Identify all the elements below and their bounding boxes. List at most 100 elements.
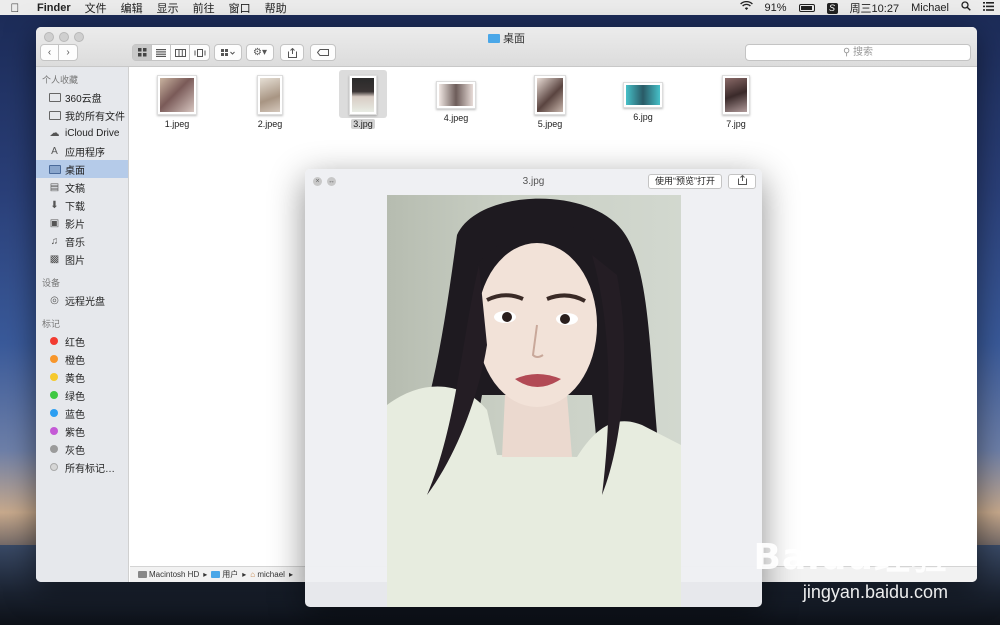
all-files-icon bbox=[48, 110, 61, 121]
file-item[interactable]: 6.jpg bbox=[613, 69, 673, 122]
spotlight-search-icon[interactable] bbox=[955, 1, 977, 14]
preview-image bbox=[387, 195, 681, 607]
tags-button[interactable] bbox=[310, 44, 336, 61]
icon-view-button[interactable] bbox=[133, 45, 152, 60]
sidebar-tag-purple[interactable]: 紫色 bbox=[36, 422, 128, 440]
file-name: 7.jpg bbox=[726, 119, 746, 129]
menu-app-name[interactable]: Finder bbox=[30, 2, 78, 14]
sidebar-item-label: 影片 bbox=[65, 219, 85, 231]
menu-view[interactable]: 显示 bbox=[150, 0, 186, 16]
forward-button[interactable]: › bbox=[59, 45, 77, 60]
sidebar-item-label: 红色 bbox=[65, 337, 85, 349]
image-thumbnail bbox=[722, 75, 750, 115]
menu-help[interactable]: 帮助 bbox=[258, 0, 294, 16]
path-item-disk[interactable]: Macintosh HD bbox=[138, 570, 199, 579]
sidebar-item-label: 图片 bbox=[65, 255, 85, 267]
folder-icon bbox=[48, 92, 61, 103]
hard-disk-icon bbox=[138, 571, 147, 578]
menu-window[interactable]: 窗口 bbox=[222, 0, 258, 16]
menu-go[interactable]: 前往 bbox=[186, 0, 222, 16]
watermark-logo: Baidu经验 bbox=[753, 537, 948, 578]
path-item-users[interactable]: 用户 bbox=[211, 569, 238, 580]
sidebar-item-remote-disc[interactable]: ◎ 远程光盘 bbox=[36, 291, 128, 309]
apple-menu-icon[interactable]:  bbox=[0, 1, 30, 15]
sidebar-item-all-files[interactable]: 我的所有文件 bbox=[36, 106, 128, 124]
tag-color-dot bbox=[50, 463, 58, 471]
arrange-button[interactable] bbox=[214, 44, 242, 61]
quicklook-panel: × ↔ 3.jpg 使用“预览”打开 bbox=[305, 169, 762, 607]
file-item[interactable]: 5.jpeg bbox=[520, 69, 580, 129]
sidebar-item-downloads[interactable]: ⬇ 下载 bbox=[36, 196, 128, 214]
sidebar-item-label: 应用程序 bbox=[65, 147, 105, 159]
folder-icon bbox=[488, 34, 500, 43]
menu-edit[interactable]: 编辑 bbox=[114, 0, 150, 16]
sidebar-item-360-cloud[interactable]: 360云盘 bbox=[36, 88, 128, 106]
file-name: 3.jpg bbox=[351, 119, 375, 129]
input-method-icon[interactable]: S bbox=[821, 2, 844, 14]
sidebar-tag-all[interactable]: 所有标记… bbox=[36, 458, 128, 476]
menu-bar:  Finder 文件 编辑 显示 前往 窗口 帮助 91% S 周三10:27… bbox=[0, 0, 1000, 15]
favorites-header: 个人收藏 bbox=[42, 75, 79, 85]
sidebar-item-label: iCloud Drive bbox=[65, 127, 120, 139]
tag-color-dot bbox=[50, 409, 58, 417]
quicklook-titlebar: × ↔ 3.jpg 使用“预览”打开 bbox=[305, 169, 762, 195]
tag-color-dot bbox=[50, 373, 58, 381]
path-separator-icon: ▸ bbox=[203, 570, 208, 579]
list-view-button[interactable] bbox=[152, 45, 171, 60]
sidebar-item-label: 橙色 bbox=[65, 355, 85, 367]
watermark-url: jingyan.baidu.com bbox=[802, 582, 948, 602]
applications-icon: A bbox=[51, 145, 58, 157]
tag-color-dot bbox=[50, 391, 58, 399]
sidebar-item-documents[interactable]: ▤ 文稿 bbox=[36, 178, 128, 196]
finder-toolbar: 桌面 ‹ › ⚙▾ ⚲ 搜索 bbox=[36, 27, 977, 67]
sidebar-item-desktop[interactable]: 桌面 bbox=[36, 160, 128, 178]
file-item[interactable]: 2.jpeg bbox=[240, 69, 300, 129]
cover-flow-button[interactable] bbox=[190, 45, 209, 60]
tag-color-dot bbox=[50, 445, 58, 453]
file-item[interactable]: 1.jpeg bbox=[147, 69, 207, 129]
wifi-icon[interactable] bbox=[734, 0, 759, 14]
quicklook-share-button[interactable] bbox=[728, 174, 756, 189]
sidebar-item-label: 音乐 bbox=[65, 237, 85, 249]
battery-icon[interactable] bbox=[793, 2, 821, 14]
menubar-user[interactable]: Michael bbox=[905, 2, 955, 14]
file-item-selected[interactable]: 3.jpg bbox=[333, 69, 393, 129]
open-with-preview-button[interactable]: 使用“预览”打开 bbox=[648, 174, 722, 189]
path-label: Macintosh HD bbox=[149, 570, 200, 579]
music-icon: ♫ bbox=[50, 235, 59, 247]
sidebar-tag-green[interactable]: 绿色 bbox=[36, 386, 128, 404]
search-input[interactable]: ⚲ 搜索 bbox=[745, 44, 971, 61]
share-button[interactable] bbox=[280, 44, 304, 61]
action-gear-button[interactable]: ⚙▾ bbox=[246, 44, 274, 61]
menubar-clock[interactable]: 周三10:27 bbox=[844, 0, 906, 16]
devices-header: 设备 bbox=[42, 278, 61, 288]
file-name: 2.jpeg bbox=[257, 119, 283, 129]
search-icon: ⚲ bbox=[842, 47, 851, 58]
file-name: 4.jpeg bbox=[443, 113, 469, 123]
sidebar-tag-blue[interactable]: 蓝色 bbox=[36, 404, 128, 422]
image-thumbnail bbox=[436, 81, 476, 109]
sidebar-item-label: 下载 bbox=[65, 201, 85, 213]
sidebar-tag-gray[interactable]: 灰色 bbox=[36, 440, 128, 458]
file-name: 6.jpg bbox=[633, 112, 653, 122]
column-view-button[interactable] bbox=[171, 45, 190, 60]
path-label: michael bbox=[257, 570, 285, 579]
file-item[interactable]: 7.jpg bbox=[706, 69, 766, 129]
sidebar-tag-orange[interactable]: 橙色 bbox=[36, 350, 128, 368]
sidebar-item-label: 绿色 bbox=[65, 391, 85, 403]
sidebar-tag-yellow[interactable]: 黄色 bbox=[36, 368, 128, 386]
sidebar-item-music[interactable]: ♫ 音乐 bbox=[36, 232, 128, 250]
menu-file[interactable]: 文件 bbox=[78, 0, 114, 16]
tag-color-dot bbox=[50, 427, 58, 435]
sidebar-item-pictures[interactable]: ▩ 图片 bbox=[36, 250, 128, 268]
file-item[interactable]: 4.jpeg bbox=[426, 69, 486, 123]
back-button[interactable]: ‹ bbox=[41, 45, 60, 60]
sidebar-tag-red[interactable]: 红色 bbox=[36, 332, 128, 350]
path-item-home[interactable]: ⌂ michael bbox=[250, 570, 285, 579]
notification-center-icon[interactable] bbox=[977, 1, 1000, 14]
gear-icon: ⚙▾ bbox=[253, 47, 267, 58]
sidebar-item-icloud[interactable]: ☁ iCloud Drive bbox=[36, 124, 128, 142]
sidebar-item-movies[interactable]: ▣ 影片 bbox=[36, 214, 128, 232]
sidebar-item-label: 蓝色 bbox=[65, 409, 85, 421]
sidebar-item-applications[interactable]: A 应用程序 bbox=[36, 142, 128, 160]
